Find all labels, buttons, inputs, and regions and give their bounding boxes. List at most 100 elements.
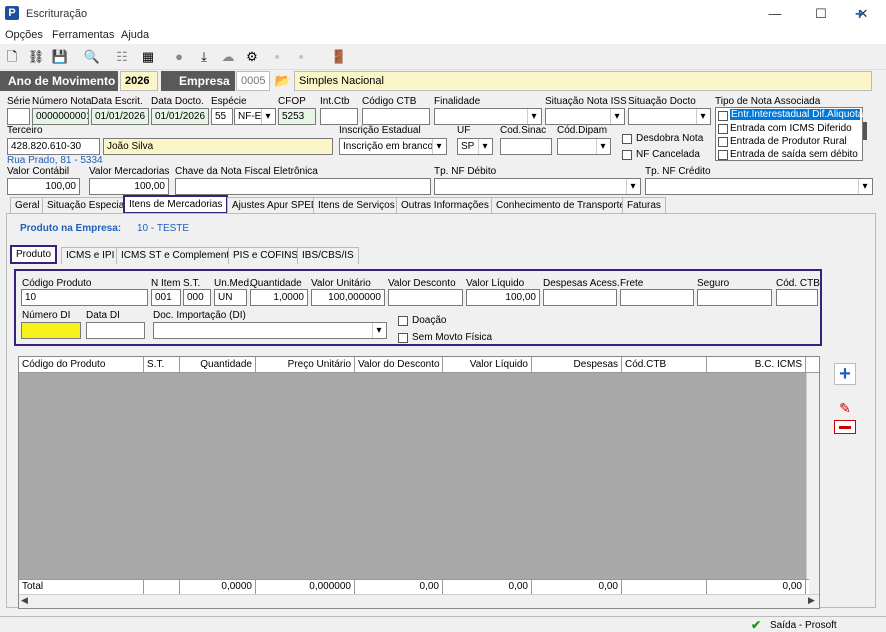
terceiro-doc-field[interactable]: 428.820.610-30	[7, 138, 100, 155]
listbox-scrollbar[interactable]	[863, 122, 867, 140]
tab-itens-mercadorias[interactable]: Itens de Mercadorias	[123, 195, 229, 214]
inscricao-select[interactable]: Inscrição em branco	[339, 138, 447, 155]
col-despesas[interactable]: Despesas	[532, 357, 622, 373]
st-field[interactable]: 000	[183, 289, 211, 306]
tab-geral[interactable]: Geral	[10, 197, 45, 214]
data-di-field[interactable]	[86, 322, 145, 339]
codigo-ctb-field[interactable]	[362, 108, 430, 125]
blank2-icon[interactable]: ▪	[292, 48, 310, 66]
save-icon[interactable]: 💾	[51, 48, 69, 66]
ano-field[interactable]: 2026	[120, 71, 158, 91]
subtab-pis-cofins[interactable]: PIS e COFINS	[228, 247, 304, 264]
add-item-icon[interactable]: +	[834, 363, 856, 385]
scroll-right-icon[interactable]: ▶	[808, 595, 815, 606]
exit-door-icon[interactable]: 🚪	[330, 48, 348, 66]
valor-desconto-field[interactable]	[388, 289, 463, 306]
cod-sinac-field[interactable]	[500, 138, 552, 155]
tab-itens-servicos[interactable]: Itens de Serviços	[313, 197, 400, 214]
finalidade-select[interactable]	[434, 108, 542, 125]
cloud-icon[interactable]: ☁	[219, 48, 237, 66]
col-bc-icms[interactable]: B.C. ICMS	[707, 357, 806, 373]
desdobra-checkbox[interactable]	[622, 134, 632, 144]
codigo-produto-field[interactable]: 10	[21, 289, 148, 306]
doacao-checkbox[interactable]	[398, 316, 408, 326]
valor-liquido-field[interactable]: 100,00	[466, 289, 540, 306]
valor-mercadorias-field[interactable]: 100,00	[89, 178, 169, 195]
int-ctb-field[interactable]	[320, 108, 358, 125]
valor-unitario-field[interactable]: 100,000000	[311, 289, 385, 306]
col-cod-ctb[interactable]: Cód.CTB	[622, 357, 707, 373]
tipo-nota-option-3[interactable]: Entrada de saída sem débito	[730, 149, 858, 160]
tipo-nota-checkbox-3[interactable]	[718, 150, 728, 160]
col-quantidade[interactable]: Quantidade	[180, 357, 256, 373]
tab-situacao-especial[interactable]: Situação Especial	[42, 197, 132, 214]
numero-di-field[interactable]	[21, 322, 81, 339]
tp-nf-debito-select[interactable]	[434, 178, 641, 195]
col-st[interactable]: S.T.	[144, 357, 180, 373]
serie-field[interactable]	[7, 108, 30, 125]
numero-field[interactable]: 0000000001	[32, 108, 89, 125]
frete-field[interactable]	[620, 289, 694, 306]
grid-horizontal-scrollbar[interactable]	[19, 594, 819, 608]
subtab-icms-st[interactable]: ICMS ST e Complemento	[116, 247, 240, 264]
valor-contabil-field[interactable]: 100,00	[7, 178, 80, 195]
tab-conhecimento-transporte[interactable]: Conhecimento de Transporte	[491, 197, 630, 214]
tipo-nota-option-0[interactable]: Entr.Interestadual Dif.Aliquota	[730, 109, 863, 120]
col-valor-desconto[interactable]: Valor do Desconto	[355, 357, 443, 373]
tipo-nota-checkbox-0[interactable]	[718, 111, 728, 121]
especie-select[interactable]: NF-E	[234, 108, 276, 125]
terceiro-nome-field[interactable]: João Silva	[103, 138, 333, 155]
situacao-iss-select[interactable]	[545, 108, 625, 125]
calc-icon[interactable]: ▦	[139, 48, 157, 66]
col-preco-unitario[interactable]: Preço Unitário	[256, 357, 355, 373]
un-med-field[interactable]: UN	[214, 289, 247, 306]
side-plus-icon[interactable]: +	[855, 6, 864, 24]
apple-icon[interactable]: ●	[170, 48, 188, 66]
col-codigo-produto[interactable]: Código do Produto	[19, 357, 144, 373]
menu-ferramentas[interactable]: Ferramentas	[52, 29, 114, 41]
cfop-field[interactable]: 5253	[278, 108, 316, 125]
tab-ajustes-apur-sped[interactable]: Ajustes Apur SPED	[227, 197, 324, 214]
tipo-nota-option-1[interactable]: Entrada com ICMS Diferido	[730, 123, 852, 134]
data-docto-field[interactable]: 01/01/2026	[151, 108, 209, 125]
cod-ctb-field[interactable]	[776, 289, 818, 306]
despesas-field[interactable]	[543, 289, 617, 306]
subtab-icms-ipi[interactable]: ICMS e IPI	[61, 247, 120, 264]
folder-open-icon[interactable]: 📂	[274, 72, 292, 90]
menu-opcoes[interactable]: Opções	[5, 29, 43, 41]
gear-chip-icon[interactable]: ⚙	[243, 48, 261, 66]
tab-faturas[interactable]: Faturas	[622, 197, 666, 214]
uf-select[interactable]: SP	[457, 138, 493, 155]
subtab-ibs-cbs-is[interactable]: IBS/CBS/IS	[297, 247, 359, 264]
edit-item-icon[interactable]: ✎	[834, 398, 856, 418]
items-grid[interactable]	[18, 356, 820, 609]
tree-icon[interactable]: ☷	[113, 48, 131, 66]
tp-nf-credito-select[interactable]	[645, 178, 873, 195]
sem-movto-checkbox[interactable]	[398, 333, 408, 343]
col-valor-liquido[interactable]: Valor Líquido	[443, 357, 532, 373]
grid-vertical-scrollbar[interactable]	[806, 373, 819, 594]
link-icon[interactable]: ⛓	[27, 48, 45, 66]
doc-importacao-select[interactable]	[153, 322, 387, 339]
maximize-button[interactable]: ☐	[806, 4, 836, 24]
nf-cancelada-checkbox[interactable]	[622, 150, 632, 160]
tab-outras-informacoes[interactable]: Outras Informações	[396, 197, 494, 214]
empresa-code-field[interactable]: 0005	[236, 71, 270, 91]
tipo-nota-checkbox-1[interactable]	[718, 124, 728, 134]
situacao-docto-select[interactable]	[628, 108, 711, 125]
subtab-produto[interactable]: Produto	[10, 245, 58, 264]
data-escrit-field[interactable]: 01/01/2026	[91, 108, 149, 125]
tipo-nota-option-2[interactable]: Entrada de Produtor Rural	[730, 136, 847, 147]
menu-ajuda[interactable]: Ajuda	[121, 29, 149, 41]
preview-icon[interactable]: 🔍	[83, 48, 101, 66]
new-doc-icon[interactable]: 🗋	[3, 48, 21, 66]
quantidade-field[interactable]: 1,0000	[250, 289, 308, 306]
cod-dipam-select[interactable]	[557, 138, 611, 155]
n-item-field[interactable]: 001	[151, 289, 181, 306]
minimize-button[interactable]: —	[760, 4, 790, 24]
seguro-field[interactable]	[697, 289, 772, 306]
scroll-left-icon[interactable]: ◀	[21, 595, 28, 606]
especie-code-field[interactable]: 55	[211, 108, 233, 125]
import-icon[interactable]: ⤓	[195, 48, 213, 66]
blank-icon[interactable]: ▪	[268, 48, 286, 66]
